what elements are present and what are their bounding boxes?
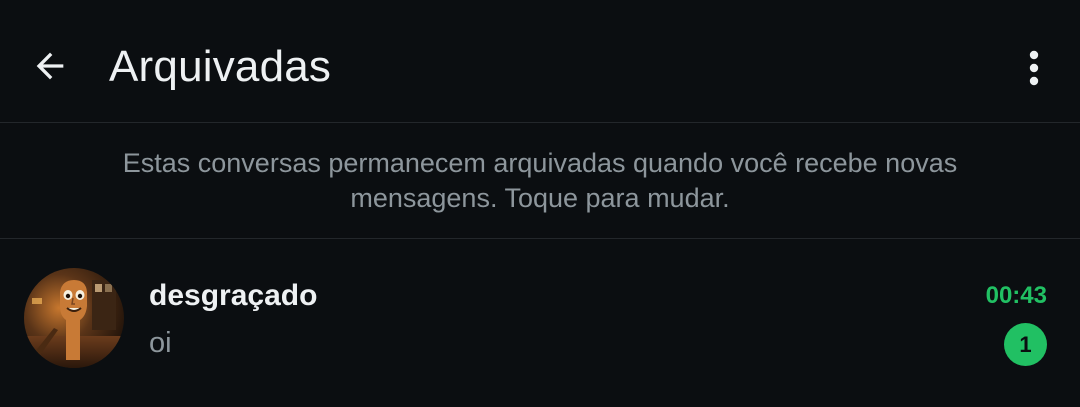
archive-notice-text: Estas conversas permanecem arquivadas qu… <box>122 148 958 213</box>
chat-list-item[interactable]: desgraçado oi 00:43 1 <box>0 240 1080 407</box>
top-app-bar: Arquivadas <box>0 0 1080 123</box>
arrow-left-icon <box>36 52 64 80</box>
chat-last-message: oi <box>149 327 172 359</box>
more-options-button[interactable] <box>1010 40 1058 96</box>
chat-contact-name: desgraçado <box>149 279 318 312</box>
chat-timestamp: 00:43 <box>985 282 1047 309</box>
contact-avatar[interactable] <box>24 268 124 368</box>
archive-settings-notice[interactable]: Estas conversas permanecem arquivadas qu… <box>0 124 1080 239</box>
page-title: Arquivadas <box>109 42 332 91</box>
unread-count-badge: 1 <box>1004 323 1047 366</box>
more-vertical-icon <box>1029 50 1039 86</box>
archived-chats-screen: Arquivadas Estas conversas permanecem ar… <box>0 0 1080 407</box>
back-button[interactable] <box>22 38 78 94</box>
